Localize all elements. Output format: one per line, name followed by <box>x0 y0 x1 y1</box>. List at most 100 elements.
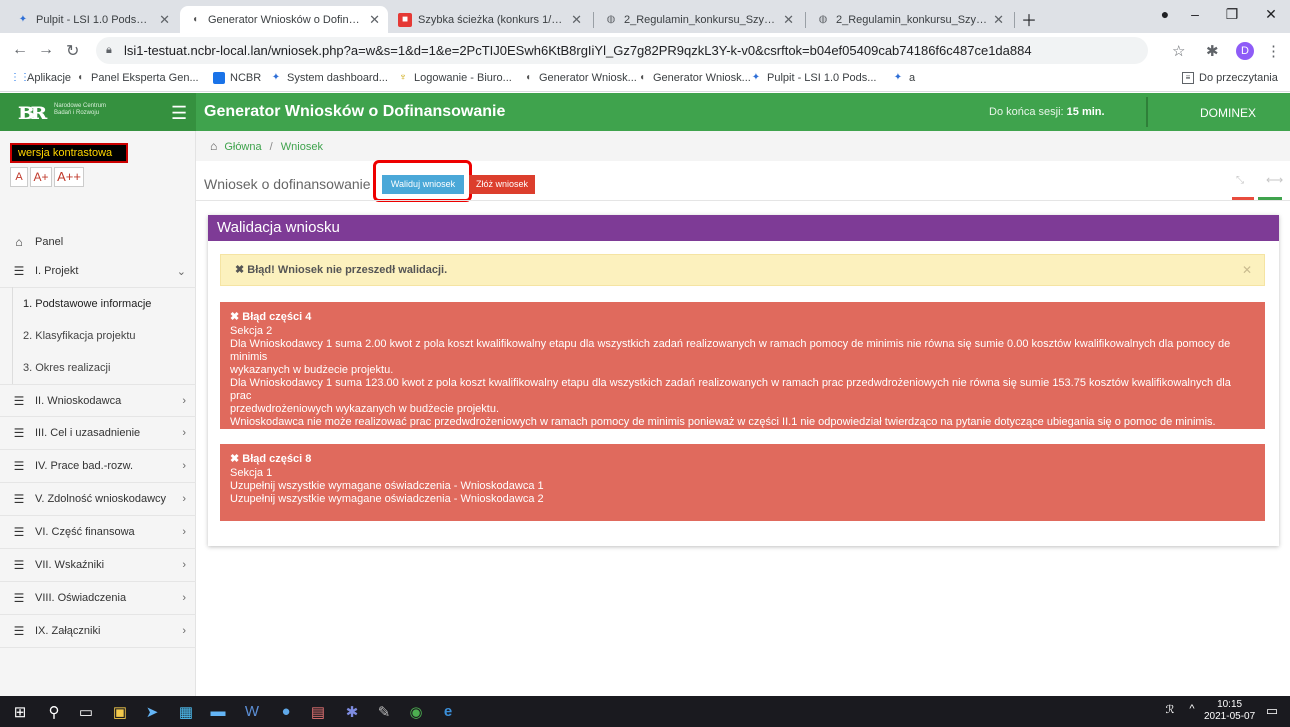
chrome-icon[interactable]: ◉ <box>406 703 426 721</box>
sidebar-item-projekt[interactable]: ☰ I. Projekt ⌄ <box>0 255 196 288</box>
close-tab-icon[interactable]: ✕ <box>159 12 170 28</box>
bookmark-apps[interactable]: ⋮⋮ Aplikacje <box>10 72 71 84</box>
sidebar-item-prace[interactable]: ☰ IV. Prace bad.-rozw. › <box>0 450 196 483</box>
bookmark-item[interactable]: ✦ a <box>892 72 915 84</box>
ncbr-red-icon: ■ <box>398 12 412 27</box>
restore-icon[interactable]: ❐ <box>1217 6 1247 23</box>
windows-start-icon[interactable]: ⊞ <box>10 703 30 721</box>
app-icon[interactable]: ● <box>276 703 296 720</box>
sidebar-item-zalaczniki[interactable]: ☰ IX. Załączniki › <box>0 615 196 648</box>
bookmark-item[interactable]: ◖ Generator Wniosk... <box>636 72 751 84</box>
clock[interactable]: 10:15 2021-05-07 <box>1204 699 1255 723</box>
app-title: Generator Wniosków o Dofinansowanie <box>204 103 506 120</box>
notifications-icon[interactable]: ▭ <box>1262 703 1282 719</box>
sidebar-item-panel[interactable]: ⌂ Panel <box>0 225 196 258</box>
breadcrumb-current[interactable]: Wniosek <box>281 141 323 153</box>
bookmark-item[interactable]: ♆ Logowanie - Biuro... <box>397 72 512 84</box>
close-tab-icon[interactable]: ✕ <box>993 12 1004 28</box>
error-line: Uzupełnij wszystkie wymagane oświadczeni… <box>230 493 544 505</box>
sidebar-item-wskazniki[interactable]: ☰ VII. Wskaźniki › <box>0 549 196 582</box>
sidebar-item-wnioskodawca[interactable]: ☰ II. Wnioskodawca › <box>0 384 196 417</box>
contrast-toggle-button[interactable]: wersja kontrastowa <box>10 143 128 163</box>
validation-panel: Walidacja wniosku ✖ Błąd! Wniosek nie pr… <box>208 215 1279 546</box>
star-icon[interactable]: ☆ <box>1172 42 1185 60</box>
error-title-text: Błąd części 8 <box>242 453 312 465</box>
browser-tab[interactable]: ◍ 2_Regulamin_konkursu_Szybka_ś ✕ <box>596 6 802 33</box>
bookmark-item[interactable]: ✦ System dashboard... <box>270 72 388 84</box>
minimize-icon[interactable]: – <box>1180 6 1210 22</box>
new-tab-icon[interactable]: ＋ <box>1014 7 1044 31</box>
app-icon[interactable]: ➤ <box>142 703 162 721</box>
page-title: Wniosek o dofinansowanie <box>204 176 371 192</box>
browser-tab-active[interactable]: ◖ Generator Wniosków o Dofinans ✕ <box>180 6 388 33</box>
app-icon[interactable]: ✎ <box>374 703 394 721</box>
sidebar-item-oswiadczenia[interactable]: ☰ VIII. Oświadczenia › <box>0 582 196 615</box>
chevron-up-icon[interactable]: ^ <box>1182 703 1202 715</box>
error-line: Uzupełnij wszystkie wymagane oświadczeni… <box>230 480 544 492</box>
word-icon[interactable]: W <box>242 703 262 720</box>
sidebar-item-cel[interactable]: ☰ III. Cel i uzasadnienie › <box>0 417 196 450</box>
home-icon[interactable]: ⌂ <box>210 139 217 153</box>
lsi-icon: ✦ <box>271 72 281 83</box>
submit-button[interactable]: Złóż wniosek <box>469 175 535 194</box>
user-menu[interactable]: DOMINEX <box>1200 106 1256 120</box>
teams-icon[interactable]: ✱ <box>342 703 362 721</box>
sidebar-item-finansowa[interactable]: ☰ VI. Część finansowa › <box>0 516 196 549</box>
breadcrumb-home[interactable]: Główna <box>224 141 261 153</box>
sidebar-subitem-okres[interactable]: 3. Okres realizacji <box>0 351 196 384</box>
browser-tab[interactable]: ✦ Pulpit - LSI 1.0 Podsumowanie - ✕ <box>8 6 178 33</box>
back-icon[interactable]: ← <box>12 41 28 59</box>
avatar[interactable]: D <box>1236 42 1254 60</box>
sidebar-subitem-podstawowe[interactable]: 1. Podstawowe informacje <box>0 287 196 320</box>
app-icon[interactable]: ▦ <box>176 703 196 721</box>
warning-text: Błąd! Wniosek nie przeszedł walidacji. <box>247 264 448 276</box>
sidebar-item-label: Panel <box>35 235 64 248</box>
logo[interactable]: ʙʀ Narodowe Centrum Badań i Rozwoju <box>0 93 196 131</box>
breadcrumb-separator: / <box>269 141 273 153</box>
close-tab-icon[interactable]: ✕ <box>571 12 582 28</box>
menu-icon[interactable]: ⋮ <box>1266 42 1281 60</box>
collapse-icon[interactable]: ⟷ <box>1266 173 1283 187</box>
edge-icon[interactable]: e <box>438 703 458 720</box>
font-size-normal-button[interactable]: A <box>10 167 28 187</box>
forward-icon[interactable]: → <box>38 41 54 59</box>
home-icon: ⌂ <box>15 234 23 249</box>
bookmark-item[interactable]: ✦ Pulpit - LSI 1.0 Pods... <box>750 72 877 84</box>
browser-tab[interactable]: ◍ 2_Regulamin_konkursu_Szybka_ś ✕ <box>808 6 1012 33</box>
reload-icon[interactable]: ↻ <box>66 41 79 61</box>
address-bar[interactable]: 🔒︎ lsi1-testuat.ncbr-local.lan/wniosek.p… <box>96 37 1148 64</box>
task-view-icon[interactable]: ▭ <box>76 703 96 721</box>
browser-tab-strip: ✦ Pulpit - LSI 1.0 Podsumowanie - ✕ ◖ Ge… <box>0 0 1290 33</box>
sidebar-subitem-klasyfikacja[interactable]: 2. Klasyfikacja projektu <box>0 319 196 352</box>
reading-list[interactable]: ≡ Do przeczytania <box>1182 72 1278 84</box>
sidebar-item-label: I. Projekt <box>35 265 79 277</box>
app-icon[interactable]: ▬ <box>208 703 228 720</box>
close-tab-icon[interactable]: ✕ <box>369 12 380 28</box>
store-icon[interactable]: ▣ <box>110 703 130 721</box>
font-size-larger-button[interactable]: A+ <box>30 167 52 187</box>
bookmark-label: Aplikacje <box>27 72 72 84</box>
tab-title: Pulpit - LSI 1.0 Podsumowanie - <box>36 13 153 26</box>
font-size-largest-button[interactable]: A++ <box>54 167 84 187</box>
bookmark-item[interactable]: ◖ Generator Wniosk... <box>522 72 637 84</box>
chevron-right-icon: › <box>182 559 186 571</box>
bookmark-label: a <box>909 72 916 84</box>
app-icon[interactable]: ▤ <box>308 703 328 721</box>
record-icon[interactable]: ● <box>1150 6 1180 22</box>
window-close-icon[interactable]: ✕ <box>1256 6 1286 23</box>
session-value: 15 min. <box>1066 106 1105 118</box>
hamburger-icon[interactable]: ☰ <box>171 103 187 124</box>
validate-button[interactable]: Waliduj wniosek <box>382 175 464 194</box>
bookmark-item[interactable]: NCBR <box>213 72 261 84</box>
expand-icon[interactable]: ⤡ <box>1236 175 1244 186</box>
close-icon[interactable]: ✕ <box>1242 255 1252 285</box>
people-icon[interactable]: ℛ <box>1160 703 1180 716</box>
sidebar-item-zdolnosc[interactable]: ☰ V. Zdolność wnioskodawcy › <box>0 483 196 516</box>
panel-title: Walidacja wniosku <box>208 215 1279 241</box>
chevron-right-icon: › <box>182 394 186 407</box>
browser-tab[interactable]: ■ Szybka ścieżka (konkurs 1/1.1.1/ ✕ <box>390 6 590 33</box>
close-tab-icon[interactable]: ✕ <box>783 12 794 28</box>
search-icon[interactable]: ⚲ <box>44 703 64 721</box>
bookmark-item[interactable]: ◖ Panel Eksperta Gen... <box>74 72 199 84</box>
extensions-icon[interactable]: ✱ <box>1206 42 1219 60</box>
